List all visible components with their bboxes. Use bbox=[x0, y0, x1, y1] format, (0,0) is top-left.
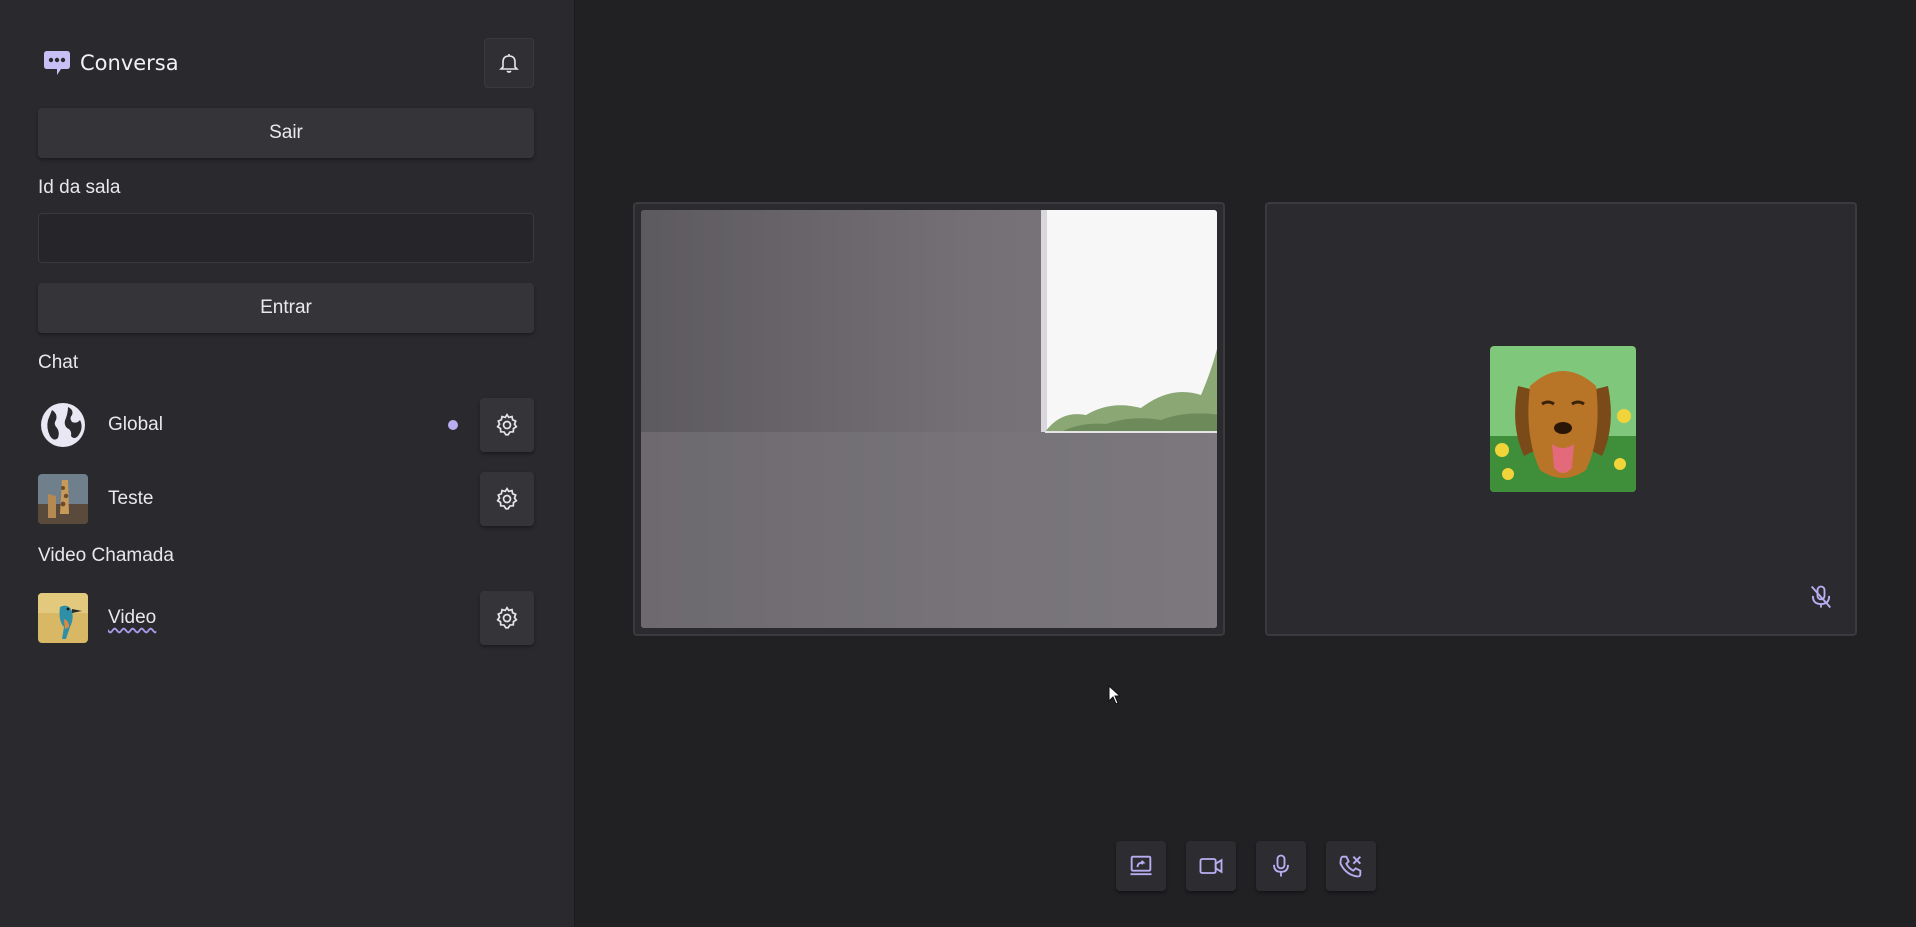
chat-item-teste[interactable]: Teste bbox=[38, 469, 534, 529]
chat-item-global[interactable]: Global bbox=[38, 395, 534, 455]
chat-bubble-logo-icon bbox=[40, 46, 74, 80]
sidebar: Conversa Sair Id da sala Entrar Chat Glo… bbox=[0, 0, 575, 927]
room-id-input[interactable] bbox=[38, 213, 534, 263]
video-room-name: Video bbox=[108, 607, 157, 628]
app-name: Conversa bbox=[80, 51, 179, 75]
video-camera-icon bbox=[1199, 858, 1223, 874]
chat-section-label: Chat bbox=[38, 352, 79, 373]
notifications-button[interactable] bbox=[484, 38, 534, 88]
logout-button[interactable]: Sair bbox=[38, 108, 534, 158]
gear-icon bbox=[496, 606, 518, 629]
chat-settings-button[interactable] bbox=[480, 398, 534, 452]
dog-photo bbox=[1490, 346, 1636, 492]
hang-up-button[interactable] bbox=[1326, 841, 1376, 891]
microphone-muted-icon bbox=[1807, 583, 1835, 616]
camera-toggle-button[interactable] bbox=[1186, 841, 1236, 891]
room-id-label: Id da sala bbox=[38, 177, 121, 198]
brand: Conversa bbox=[40, 46, 179, 80]
share-screen-button[interactable] bbox=[1116, 841, 1166, 891]
remote-video-tile[interactable] bbox=[1265, 202, 1857, 636]
call-area bbox=[575, 0, 1916, 927]
gear-icon bbox=[496, 487, 518, 510]
microphone-icon bbox=[1273, 854, 1289, 877]
bell-icon bbox=[499, 54, 519, 73]
chat-name: Teste bbox=[108, 488, 154, 509]
gear-icon bbox=[496, 413, 518, 436]
video-room-item[interactable]: Video bbox=[38, 588, 534, 648]
phone-hangup-icon bbox=[1339, 855, 1362, 878]
microphone-toggle-button[interactable] bbox=[1256, 841, 1306, 891]
chat-settings-button[interactable] bbox=[480, 472, 534, 526]
local-video-tile[interactable] bbox=[633, 202, 1225, 636]
camera-feed bbox=[641, 210, 1217, 628]
screen-share-icon bbox=[1130, 855, 1152, 876]
unread-indicator bbox=[448, 420, 458, 430]
video-room-settings-button[interactable] bbox=[480, 591, 534, 645]
join-button[interactable]: Entrar bbox=[38, 283, 534, 333]
globe-icon bbox=[38, 400, 88, 450]
video-section-label: Video Chamada bbox=[38, 545, 174, 566]
mouse-cursor bbox=[1108, 684, 1122, 710]
giraffe-photo bbox=[38, 474, 88, 524]
kingfisher-photo bbox=[38, 593, 88, 643]
chat-name: Global bbox=[108, 414, 163, 435]
